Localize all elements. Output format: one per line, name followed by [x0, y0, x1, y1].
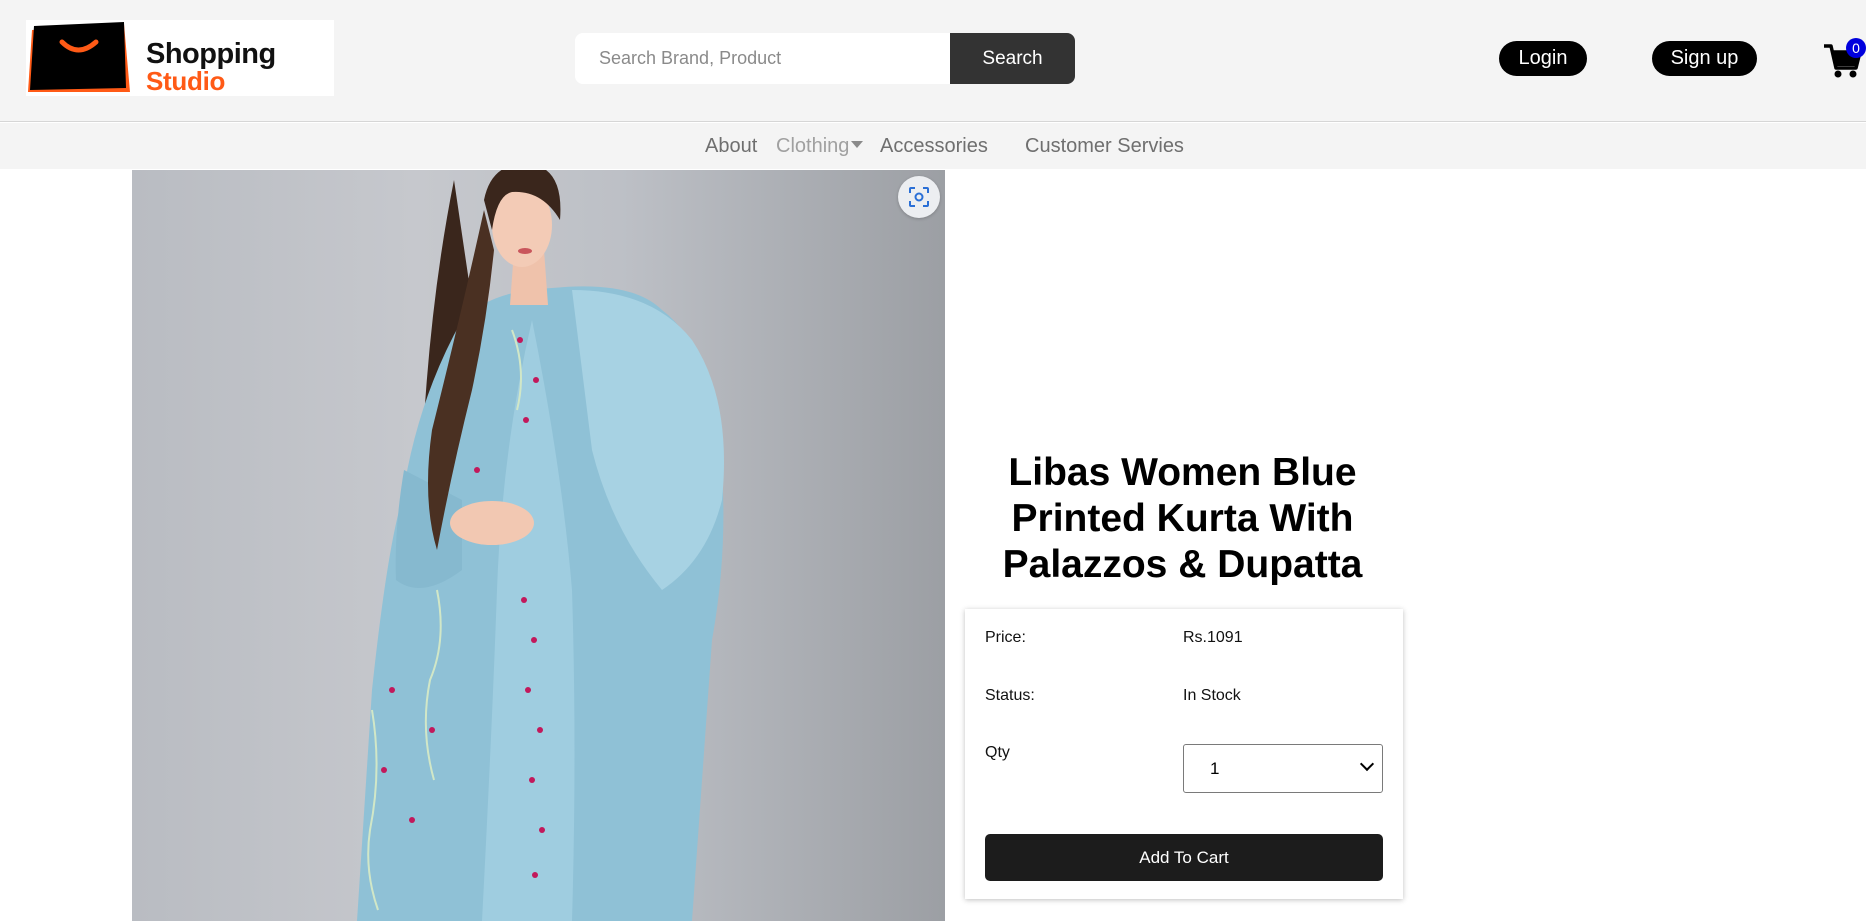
chevron-down-icon: [1359, 756, 1375, 772]
cart-button[interactable]: 0: [1822, 38, 1866, 80]
product-title: Libas Women Blue Printed Kurta With Pala…: [1002, 451, 1363, 586]
search-button[interactable]: Search: [950, 33, 1075, 84]
purchase-panel: Price: Rs.1091 Status: In Stock Qty 1 Ad…: [965, 609, 1403, 899]
product-image: [132, 170, 945, 921]
nav-item-clothing-label: Clothing: [776, 135, 850, 157]
qty-label: Qty: [985, 744, 1010, 761]
status-value: In Stock: [1183, 687, 1241, 704]
add-to-cart-button[interactable]: Add To Cart: [985, 834, 1383, 881]
status-label: Status:: [985, 687, 1035, 704]
visual-search-button[interactable]: [898, 176, 940, 218]
price-label: Price:: [985, 629, 1026, 646]
category-nav: About Clothing Accessories Customer Serv…: [0, 123, 1866, 169]
cart-count-badge: 0: [1846, 38, 1866, 58]
nav-item-about[interactable]: About: [705, 135, 757, 158]
search-bar: Search: [575, 33, 1075, 84]
signup-button[interactable]: Sign up: [1652, 41, 1757, 76]
site-header: Shopping Studio Search Login Sign up 0: [0, 0, 1866, 122]
shopping-studio-logo[interactable]: Shopping Studio: [26, 20, 334, 96]
price-value: Rs.1091: [1183, 629, 1243, 646]
logo-text-studio: Studio: [146, 66, 226, 96]
qty-selected-value: 1: [1210, 758, 1220, 778]
shopping-bag-logo-icon: [28, 22, 130, 92]
camera-scan-icon: [909, 187, 929, 207]
search-input[interactable]: [575, 33, 950, 84]
login-button[interactable]: Login: [1499, 41, 1587, 76]
caret-down-icon: [851, 141, 864, 149]
nav-item-accessories[interactable]: Accessories: [880, 135, 988, 158]
nav-item-customer-services[interactable]: Customer Servies: [1025, 135, 1184, 158]
nav-item-clothing[interactable]: Clothing: [776, 135, 864, 158]
product-photo: [357, 170, 724, 921]
qty-select[interactable]: 1: [1183, 744, 1383, 793]
